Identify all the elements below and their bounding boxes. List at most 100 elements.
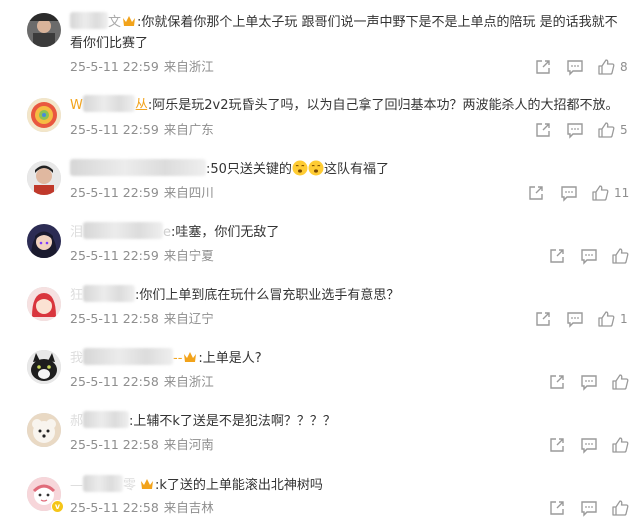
avatar[interactable] bbox=[27, 13, 61, 47]
comment-meta: 25-5-11 22:58 来自辽宁 bbox=[70, 310, 214, 328]
comment-icon[interactable] bbox=[580, 373, 598, 391]
timestamp: 25-5-11 22:59 bbox=[70, 248, 159, 263]
timestamp: 25-5-11 22:59 bbox=[70, 122, 159, 137]
comment-meta: 25-5-11 22:59 来自浙江 bbox=[70, 58, 214, 76]
avatar[interactable] bbox=[27, 224, 61, 258]
comment-body: 狂 :你们上单到底在玩什么冒充职业选手有意思？ bbox=[70, 285, 629, 306]
username-head[interactable]: 我 bbox=[70, 351, 83, 366]
avatar[interactable] bbox=[27, 98, 61, 132]
comment-meta: 25-5-11 22:58 来自浙江 bbox=[70, 373, 214, 391]
comment-body: 泪 e:哇塞，你们无敌了 bbox=[70, 222, 629, 243]
comment-text: :阿乐是玩2v2玩昏头了吗，以为自己拿了回归基本功？两波能杀人的大招都不放。 bbox=[147, 98, 619, 113]
avatar[interactable] bbox=[27, 287, 61, 321]
timestamp: 25-5-11 22:58 bbox=[70, 500, 159, 515]
username-tail[interactable]: 零 bbox=[123, 478, 136, 493]
comment-body: 郝 :上辅不k了送是不是犯法啊？？？？ bbox=[70, 411, 629, 432]
comment-meta: 25-5-11 22:59 来自宁夏 bbox=[70, 247, 214, 265]
comment-icon[interactable] bbox=[580, 247, 598, 265]
username-head[interactable]: 泪 bbox=[70, 225, 83, 240]
avatar[interactable] bbox=[27, 161, 61, 195]
comment-icon[interactable] bbox=[566, 121, 584, 139]
avatar[interactable] bbox=[27, 413, 61, 447]
like-count: 8 bbox=[620, 60, 628, 74]
like-count: 5 bbox=[620, 123, 628, 137]
blurred-username[interactable] bbox=[70, 12, 108, 29]
location: 来自四川 bbox=[163, 185, 214, 200]
share-icon[interactable] bbox=[534, 121, 552, 139]
timestamp: 25-5-11 22:59 bbox=[70, 59, 159, 74]
crown-badge-icon bbox=[184, 352, 197, 362]
comment-meta: 25-5-11 22:59 来自广东 bbox=[70, 121, 214, 139]
username-tail[interactable]: -- bbox=[173, 351, 182, 366]
blurred-username[interactable] bbox=[83, 222, 164, 239]
comment-icon[interactable] bbox=[560, 184, 578, 202]
face-emoji-icon bbox=[308, 160, 324, 176]
crown-badge-icon bbox=[141, 479, 154, 489]
location: 来自浙江 bbox=[163, 374, 214, 389]
comment-icon[interactable] bbox=[580, 499, 598, 517]
comment-body: :50只送关键的 这队有福了 bbox=[70, 159, 629, 180]
blurred-username[interactable] bbox=[82, 95, 135, 112]
comment-text: :哇塞，你们无敌了 bbox=[171, 225, 280, 240]
comment-text-cont: 这队有福了 bbox=[323, 162, 389, 177]
location: 来自辽宁 bbox=[163, 311, 214, 326]
share-icon[interactable] bbox=[548, 499, 566, 517]
comment-text: :你就保着你那个上单太子玩 跟哥们说一声中野下是不是上单点的陪玩 是的话我就不 bbox=[137, 15, 618, 30]
share-icon[interactable] bbox=[548, 373, 566, 391]
comment-text: :你们上单到底在玩什么冒充职业选手有意思？ bbox=[135, 288, 400, 303]
crown-badge-icon bbox=[123, 16, 136, 26]
location: 来自浙江 bbox=[163, 59, 214, 74]
comment-body: — 零 :k了送的上单能滚出北神树吗 bbox=[70, 475, 629, 496]
comment-icon[interactable] bbox=[566, 58, 584, 76]
username-head[interactable]: — bbox=[70, 478, 83, 493]
like-icon[interactable] bbox=[611, 247, 629, 265]
timestamp: 25-5-11 22:58 bbox=[70, 437, 159, 452]
blurred-username[interactable] bbox=[83, 411, 130, 428]
comment-text: :k了送的上单能滚出北神树吗 bbox=[155, 478, 323, 493]
comment-icon[interactable] bbox=[566, 310, 584, 328]
comment-text-cont: 看你们比赛了 bbox=[70, 36, 149, 51]
like-icon[interactable] bbox=[611, 373, 629, 391]
blurred-username[interactable] bbox=[83, 285, 136, 302]
username-head[interactable]: W bbox=[70, 98, 83, 113]
username-head[interactable]: 狂 bbox=[70, 288, 83, 303]
like-icon[interactable] bbox=[597, 121, 615, 139]
comment-meta: 25-5-11 22:58 来自河南 bbox=[70, 436, 214, 454]
username-tail[interactable]: 文 bbox=[108, 15, 121, 30]
location: 来自河南 bbox=[163, 437, 214, 452]
like-icon[interactable] bbox=[611, 436, 629, 454]
blurred-username[interactable] bbox=[70, 159, 206, 176]
share-icon[interactable] bbox=[534, 58, 552, 76]
location: 来自广东 bbox=[163, 122, 214, 137]
like-icon[interactable] bbox=[611, 499, 629, 517]
comment-meta: 25-5-11 22:59 来自四川 bbox=[70, 184, 214, 202]
comment-text: :上辅不k了送是不是犯法啊？？？？ bbox=[129, 414, 336, 429]
avatar[interactable] bbox=[27, 350, 61, 384]
share-icon[interactable] bbox=[534, 310, 552, 328]
like-icon[interactable] bbox=[597, 58, 615, 76]
share-icon[interactable] bbox=[548, 247, 566, 265]
like-icon[interactable] bbox=[591, 184, 609, 202]
location: 来自吉林 bbox=[163, 500, 214, 515]
like-count: 11 bbox=[614, 186, 630, 200]
timestamp: 25-5-11 22:59 bbox=[70, 185, 159, 200]
verified-badge-icon: v bbox=[51, 500, 64, 513]
timestamp: 25-5-11 22:58 bbox=[70, 311, 159, 326]
like-count: 1 bbox=[620, 312, 628, 326]
comment-icon[interactable] bbox=[580, 436, 598, 454]
username-tail[interactable]: 丛 bbox=[135, 98, 148, 113]
timestamp: 25-5-11 22:58 bbox=[70, 374, 159, 389]
blurred-username[interactable] bbox=[83, 475, 123, 492]
share-icon[interactable] bbox=[548, 436, 566, 454]
share-icon[interactable] bbox=[527, 184, 545, 202]
username-head[interactable]: 郝 bbox=[70, 414, 83, 429]
comment-body: 文 :你就保着你那个上单太子玩 跟哥们说一声中野下是不是上单点的陪玩 是的话我就不… bbox=[70, 12, 629, 54]
location: 来自宁夏 bbox=[163, 248, 214, 263]
blurred-username[interactable] bbox=[83, 348, 174, 365]
comment-body: 我 --:上单是人? bbox=[70, 348, 629, 369]
comment-text: :50只送关键的 bbox=[206, 162, 292, 177]
username-tail[interactable]: e bbox=[163, 225, 171, 240]
like-icon[interactable] bbox=[597, 310, 615, 328]
comment-body: W 丛:阿乐是玩2v2玩昏头了吗，以为自己拿了回归基本功？两波能杀人的大招都不放。 bbox=[70, 95, 629, 116]
face-emoji-icon bbox=[292, 160, 308, 176]
